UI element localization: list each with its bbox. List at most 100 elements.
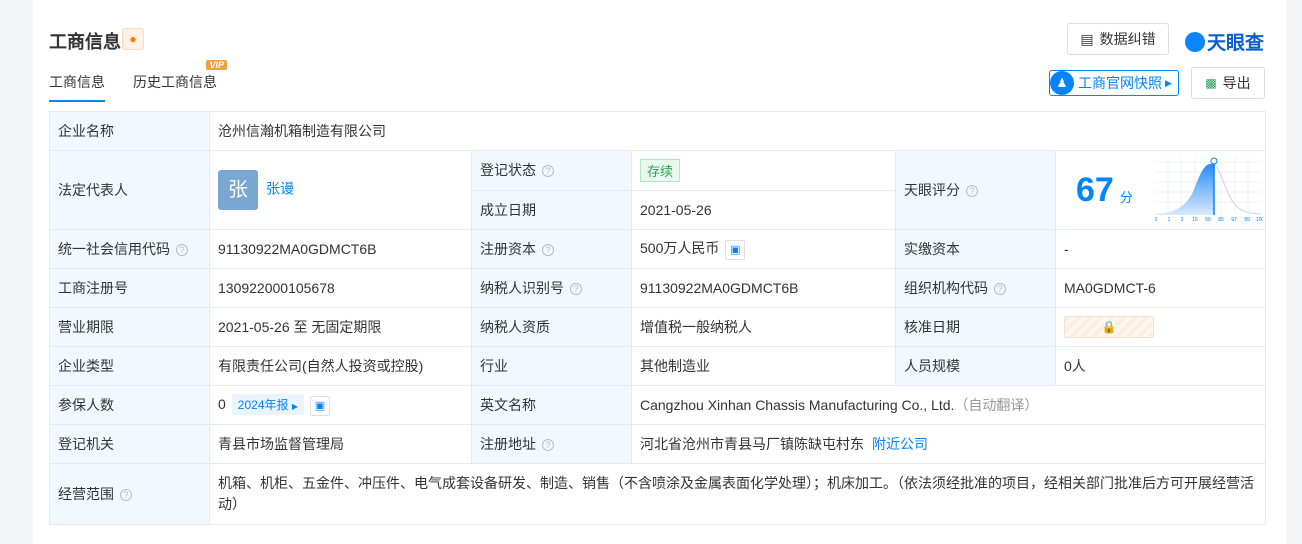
label-text: 注册资本 [480,241,536,257]
table-row: 法定代表人 张张谩 登记状态? 存续 天眼评分? 67 分 0 1 3 15 50 85 9… [49,150,1266,230]
tab-history-info[interactable]: 历史工商信息 VIP [133,60,227,102]
button-label: 工商官网快照 [1078,75,1162,91]
logo-icon [1185,31,1205,52]
taxpayer-id: 91130922MA0GDMCT6B [631,268,896,308]
section-title: 工商信息 [49,32,121,52]
help-icon[interactable]: ? [542,244,554,256]
tab-business-info[interactable]: 工商信息 [49,72,105,102]
label: 实缴资本 [895,229,1056,269]
label: 登记机关 [49,424,210,464]
official-snapshot-button[interactable]: ♟ 工商官网快照 ▶ [1049,70,1179,96]
label-text: 经营范围 [58,486,114,502]
label-text: 登记状态 [480,162,536,179]
label: 纳税人识别号? [471,268,632,308]
data-correction-button[interactable]: ▤ 数据纠错 [1067,23,1169,55]
help-icon[interactable]: ? [120,489,132,501]
tick-label: 50 [1205,217,1211,223]
label: 登记状态? [471,150,632,191]
table-row: 统一社会信用代码? 91130922MA0GDMCT6B 注册资本? 500万人… [49,229,1266,269]
paid-capital: - [1055,229,1266,269]
reg-no: 130922000105678 [209,268,472,308]
bell-icon[interactable]: ● [122,28,144,50]
label: 行业 [471,346,632,386]
tick-label: 100 [1256,217,1263,223]
score-cell: 67 分 0 1 3 15 50 85 97 99 100 [1055,150,1266,230]
table-row: 企业名称 沧州信瀚机箱制造有限公司 [49,111,1266,151]
table-row: 登记机关 青县市场监督管理局 注册地址? 河北省沧州市青县马厂镇陈缺屯村东 附近公… [49,424,1266,464]
label: 工商注册号 [49,268,210,308]
table-row: 参保人数 0 2024年报 ▶ ▣ 英文名称 Cangzhou Xinhan Cha… [49,385,1266,425]
tab-label: 历史工商信息 [133,74,217,90]
reg-capital: 500万人民币 [640,240,720,257]
help-icon[interactable]: ? [994,283,1006,295]
label: 注册资本? [471,229,632,269]
english-name: Cangzhou Xinhan Chassis Manufacturing Co… [640,397,955,413]
label-text: 统一社会信用代码 [58,241,170,257]
help-icon[interactable]: ? [176,244,188,256]
label: 纳税人资质 [471,307,632,347]
business-scope: 机箱、机柜、五金件、冲压件、电气成套设备研发、制造、销售（不含喷涂及金属表面化学… [209,463,1266,525]
insured-cell: 0 2024年报 ▶ ▣ [209,385,472,425]
excel-icon: ▩ [1205,76,1217,90]
tick-label: 1 [1167,217,1170,223]
caret-right-icon: ▶ [1165,77,1172,88]
table-row: 企业类型 有限责任公司(自然人投资或控股) 行业 其他制造业 人员规模 0人 [49,346,1266,386]
reg-capital-cell: 500万人民币 ▣ [631,229,896,269]
score-distribution-chart: 0 1 3 15 50 85 97 99 100 [1154,157,1263,223]
nearby-companies-link[interactable]: 附近公司 [872,436,928,452]
help-icon[interactable]: ? [542,439,554,451]
label: 企业名称 [49,111,210,151]
business-info-table: 企业名称 沧州信瀚机箱制造有限公司 法定代表人 张张谩 登记状态? 存续 天眼评分… [49,111,1266,525]
score-unit: 分 [1119,189,1133,205]
business-info-card: 工商信息 ● 工商信息 历史工商信息 VIP ▤ 数据纠错 天眼查 ♟ 工商官网快照 ▶… [33,0,1286,544]
lock-icon[interactable]: 🔒 [1064,316,1154,338]
vip-badge: VIP [206,60,227,70]
label: 经营范围? [49,463,210,525]
label: 英文名称 [471,385,632,425]
tick-label: 0 [1155,217,1158,223]
table-row: 营业期限 2021-05-26 至 无固定期限 纳税人资质 增值税一般纳税人 核… [49,307,1266,347]
label: 人员规模 [895,346,1056,386]
org-code: MA0GDMCT-6 [1055,268,1266,308]
tick-label: 15 [1192,217,1198,223]
export-button[interactable]: ▩ 导出 [1191,67,1265,99]
reg-status-cell: 存续 [631,150,896,191]
table-row: 工商注册号 130922000105678 纳税人识别号? 91130922MA… [49,268,1266,308]
registration-authority: 青县市场监督管理局 [209,424,472,464]
button-label: 导出 [1222,75,1251,91]
chart-icon[interactable]: ▣ [310,395,330,416]
label: 企业类型 [49,346,210,386]
tick-label: 3 [1180,217,1183,223]
table-row: 经营范围? 机箱、机柜、五金件、冲压件、电气成套设备研发、制造、销售（不含喷涂及… [49,463,1266,525]
status-badge: 存续 [640,158,681,182]
label: 组织机构代码? [895,268,1056,308]
stamp-icon: ♟ [1050,71,1074,95]
tianyancha-logo: 天眼查 [1185,28,1264,55]
label-text: 注册地址 [480,436,536,452]
logo-text: 天眼查 [1207,33,1265,54]
staff-size: 0人 [1055,346,1266,386]
industry: 其他制造业 [631,346,896,386]
legal-rep-link[interactable]: 张谩 [266,181,294,197]
help-icon[interactable]: ? [966,185,978,197]
help-icon[interactable]: ? [542,165,554,178]
label-text: 纳税人识别号 [480,280,564,296]
label: 法定代表人 [49,150,210,230]
english-name-cell: Cangzhou Xinhan Chassis Manufacturing Co… [631,385,1266,425]
help-icon[interactable]: ? [570,283,582,295]
approve-date-cell: 🔒 [1055,307,1266,347]
business-term: 2021-05-26 至 无固定期限 [209,307,472,347]
button-label: 2024年报 [237,398,289,413]
chart-icon[interactable]: ▣ [725,239,746,260]
score-marker-dot [1210,157,1218,165]
founded-date: 2021-05-26 [631,189,896,230]
label-text: 天眼评分 [904,182,960,198]
label: 核准日期 [895,307,1056,347]
label: 营业期限 [49,307,210,347]
annual-report-button[interactable]: 2024年报 ▶ [231,394,304,416]
insured-count: 0 [218,396,226,413]
label: 参保人数 [49,385,210,425]
caret-right-icon: ▶ [291,402,298,412]
taxpayer-qualification: 增值税一般纳税人 [631,307,896,347]
label: 统一社会信用代码? [49,229,210,269]
